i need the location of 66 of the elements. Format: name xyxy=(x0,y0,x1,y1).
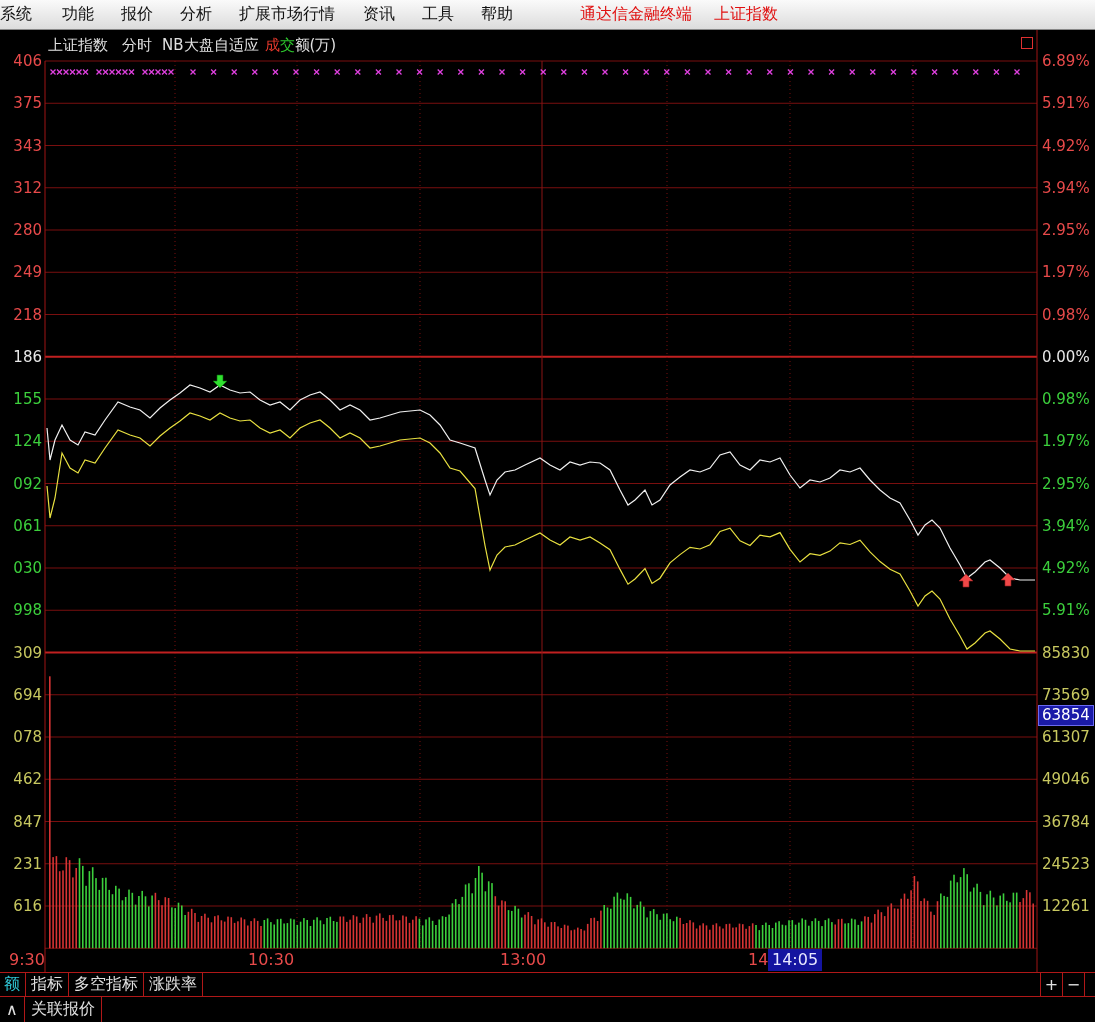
axis-label: 312 xyxy=(12,178,42,197)
axis-label: 186 xyxy=(12,347,42,366)
axis-label: 24523 xyxy=(1042,854,1090,873)
axis-label: 061 xyxy=(12,516,42,535)
axis-label: 85830 xyxy=(1042,643,1090,662)
time-label: 9:30 xyxy=(9,950,45,970)
cursor-time-label: 14:05 xyxy=(768,949,823,971)
axis-label: 2.95% xyxy=(1042,221,1090,239)
axis-label: 218 xyxy=(12,305,42,324)
axis-label: 998 xyxy=(12,601,42,620)
axis-label: 4.92% xyxy=(1042,136,1090,155)
axis-label: 1.97% xyxy=(1042,263,1090,282)
axis-label: 6.89% xyxy=(1042,52,1090,70)
axis-label: 4.92% xyxy=(1042,559,1090,577)
period-label: 分时 xyxy=(122,36,152,55)
axis-label: 249 xyxy=(12,263,42,282)
axis-label: 616 xyxy=(12,897,42,915)
axis-label: 0.00% xyxy=(1042,347,1090,366)
axis-label: 5.91% xyxy=(1042,94,1090,113)
time-label: 14 xyxy=(748,950,769,970)
axis-label: 155 xyxy=(12,390,42,408)
axis-label: 375 xyxy=(12,94,42,113)
axis-label: 61307 xyxy=(1042,728,1090,746)
menu-item[interactable]: 报价 xyxy=(121,4,180,25)
time-label: 10:30 xyxy=(248,950,295,970)
up-arrow-icon xyxy=(958,573,974,588)
axis-label: 2.95% xyxy=(1042,474,1090,493)
window-box-icon[interactable] xyxy=(1021,37,1033,49)
down-arrow-icon xyxy=(212,374,228,389)
menu-item[interactable]: 功能 xyxy=(62,4,121,25)
axis-label: 078 xyxy=(12,728,42,746)
axis-label: 12261 xyxy=(1042,897,1090,915)
volume-label: 成交额(万) xyxy=(264,36,337,55)
cursor-value-label: 63854 xyxy=(1038,705,1094,726)
axis-label: 49046 xyxy=(1042,770,1090,789)
app-title: 通达信金融终端 xyxy=(580,4,692,25)
axis-label: 124 xyxy=(12,432,42,451)
axis-label: 694 xyxy=(12,685,42,704)
axis-label: 343 xyxy=(12,136,42,155)
indicator-label: NB大盘自适应 xyxy=(162,36,259,55)
axis-label: 231 xyxy=(12,854,42,873)
menu-item[interactable]: 分析 xyxy=(180,4,239,25)
axis-label: 309 xyxy=(12,643,42,662)
axis-label: 3.94% xyxy=(1042,178,1090,197)
menu-item[interactable]: 扩展市场行情 xyxy=(239,4,363,25)
menu-item[interactable]: 资讯 xyxy=(363,4,422,25)
axis-label: 280 xyxy=(12,221,42,239)
axis-label: 1.97% xyxy=(1042,432,1090,451)
symbol-title: 上证指数 xyxy=(714,4,778,25)
axis-label: 5.91% xyxy=(1042,601,1090,620)
time-label: 13:00 xyxy=(500,950,547,970)
axis-label: 36784 xyxy=(1042,812,1090,831)
axis-label: 462 xyxy=(12,770,42,789)
axis-label: 0.98% xyxy=(1042,390,1090,408)
menu-item[interactable]: 系统 xyxy=(0,4,62,25)
axis-label: 030 xyxy=(12,559,42,577)
menu-item[interactable]: 帮助 xyxy=(481,4,540,25)
up-arrow-icon xyxy=(1000,572,1016,587)
axis-label: 847 xyxy=(12,812,42,831)
axis-label: 092 xyxy=(12,474,42,493)
menu-item[interactable]: 工具 xyxy=(422,4,481,25)
axis-label: 0.98% xyxy=(1042,305,1090,324)
axis-label: 73569 xyxy=(1042,685,1090,704)
axis-label: 3.94% xyxy=(1042,516,1090,535)
symbol-label: 上证指数 xyxy=(48,36,108,55)
axis-label: 406 xyxy=(12,52,42,70)
